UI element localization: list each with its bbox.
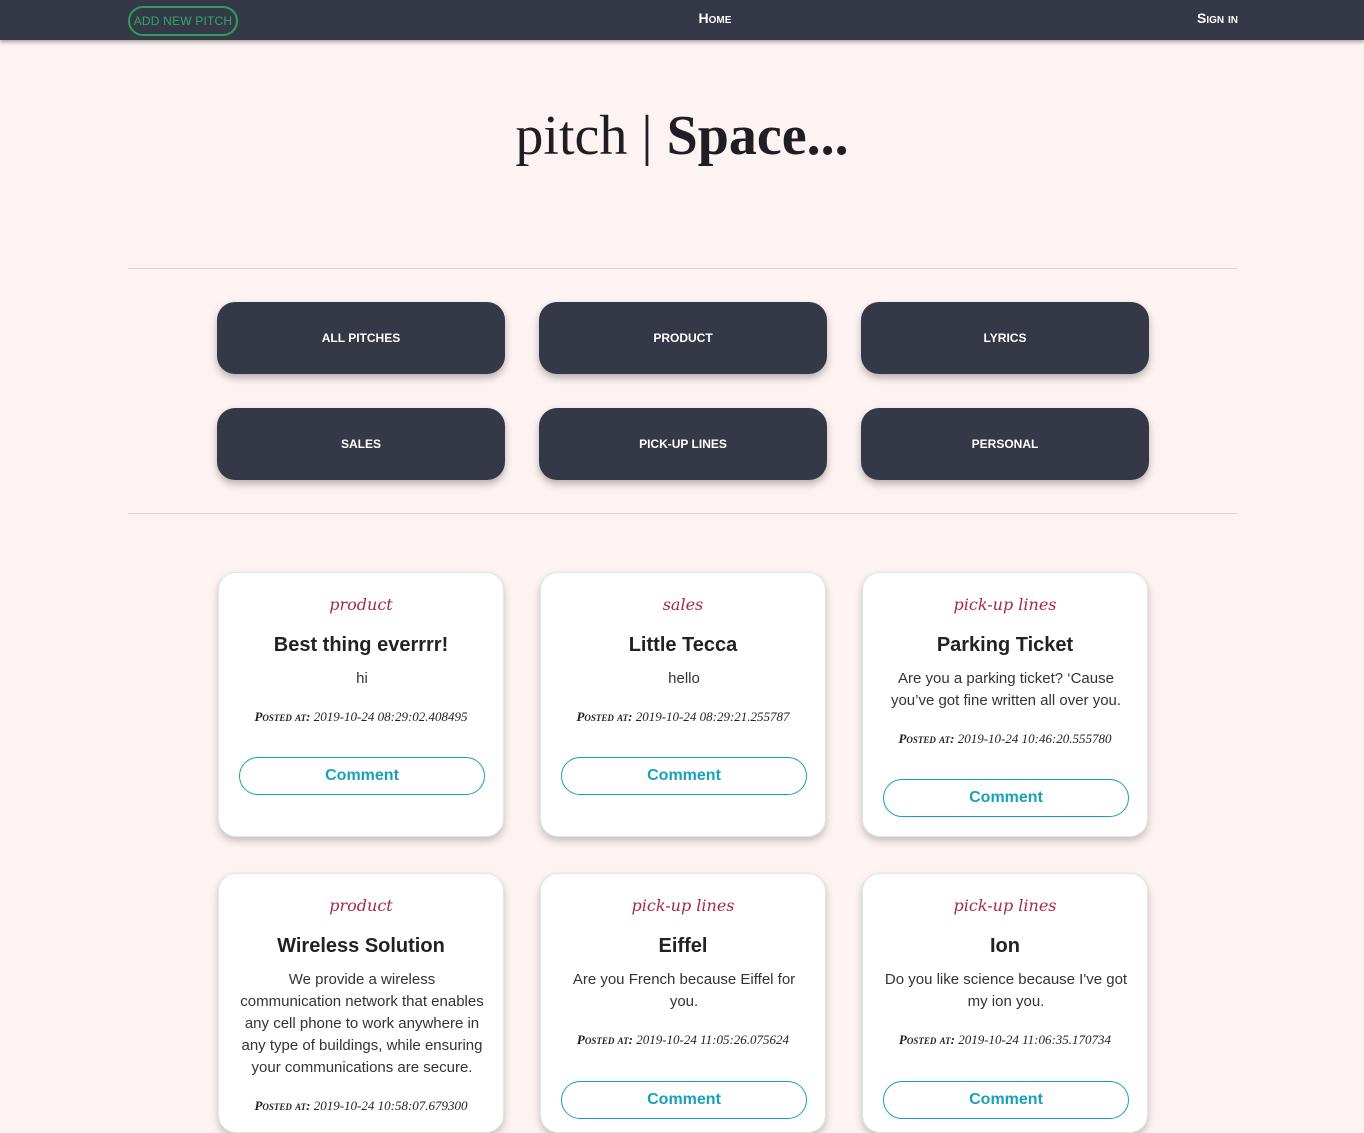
pitch-posted: Posted at: 2019-10-24 11:05:26.075624: [541, 1030, 825, 1050]
pitch-category: pick-up lines: [631, 896, 735, 915]
posted-label: Posted at:: [898, 1032, 955, 1047]
comment-button[interactable]: Comment: [883, 1081, 1129, 1119]
pitch-category: pick-up lines: [953, 595, 1057, 614]
pitch-category: product: [329, 595, 393, 614]
posted-label: Posted at:: [254, 709, 311, 724]
pitch-posted: Posted at: 2019-10-24 08:29:02.408495: [219, 707, 503, 727]
pitch-body: hello: [668, 670, 700, 687]
pitch-posted: Posted at: 2019-10-24 11:06:35.170734: [863, 1030, 1147, 1050]
divider-top: [128, 268, 1238, 269]
pitch-title: Parking Ticket: [936, 634, 1074, 656]
comment-button[interactable]: Comment: [239, 757, 485, 795]
pitch-card: pick-up lines Parking Ticket Are you a p…: [862, 572, 1148, 837]
pitch-title: Best thing everrrr!: [273, 634, 449, 656]
pitch-posted: Posted at: 2019-10-24 08:29:21.255787: [541, 707, 825, 727]
pitch-card: sales Little Tecca hello Posted at: 2019…: [540, 572, 826, 837]
pitch-card: pick-up lines Ion Do you like science be…: [862, 873, 1148, 1133]
pitch-title: Little Tecca: [628, 634, 738, 656]
category-all-pitches-button[interactable]: ALL PITCHES: [217, 302, 505, 374]
pitch-body: hi: [356, 670, 368, 687]
page-title: pitch | Space...: [0, 100, 1364, 172]
posted-label: Posted at:: [898, 731, 955, 746]
pitch-title: Wireless Solution: [277, 935, 445, 957]
divider-bottom: [128, 513, 1238, 514]
comment-button[interactable]: Comment: [561, 757, 807, 795]
posted-label: Posted at:: [576, 709, 633, 724]
posted-label: Posted at:: [254, 1098, 311, 1113]
posted-timestamp: 2019-10-24 08:29:21.255787: [635, 709, 790, 724]
category-sales-button[interactable]: SALES: [217, 408, 505, 480]
pitch-card: product Best thing everrrr! hi Posted at…: [218, 572, 504, 837]
pitch-body: Do you like science because I've got my …: [884, 971, 1128, 1010]
posted-timestamp: 2019-10-24 10:46:20.555780: [957, 731, 1112, 746]
pitch-title: Eiffel: [658, 935, 708, 957]
posted-timestamp: 2019-10-24 11:06:35.170734: [958, 1032, 1112, 1047]
category-product-button[interactable]: PRODUCT: [539, 302, 827, 374]
nav-home-link[interactable]: Home: [660, 10, 770, 26]
pitch-posted: Posted at: 2019-10-24 10:46:20.555780: [863, 729, 1147, 749]
comment-button[interactable]: Comment: [883, 779, 1129, 817]
pitch-body: We provide a wireless communication netw…: [240, 971, 484, 1076]
comment-button[interactable]: Comment: [561, 1081, 807, 1119]
category-lyrics-button[interactable]: LYRICS: [861, 302, 1149, 374]
top-navbar: ADD NEW PITCH Home Sign in: [0, 0, 1364, 40]
pitch-category: sales: [662, 595, 704, 614]
pitch-posted: Posted at: 2019-10-24 10:58:07.679300: [219, 1096, 503, 1116]
pitch-category: pick-up lines: [953, 896, 1057, 915]
posted-label: Posted at:: [576, 1032, 633, 1047]
posted-timestamp: 2019-10-24 11:05:26.075624: [636, 1032, 790, 1047]
posted-timestamp: 2019-10-24 10:58:07.679300: [313, 1098, 468, 1113]
category-pick-up-lines-button[interactable]: PICK-UP LINES: [539, 408, 827, 480]
brand-bold: Space...: [666, 105, 849, 167]
pitch-card: pick-up lines Eiffel Are you French beca…: [540, 873, 826, 1133]
pitch-category: product: [329, 896, 393, 915]
category-personal-button[interactable]: PERSONAL: [861, 408, 1149, 480]
posted-timestamp: 2019-10-24 08:29:02.408495: [313, 709, 468, 724]
pitch-title: Ion: [990, 935, 1020, 957]
brand-light: pitch |: [515, 105, 667, 167]
add-new-pitch-button[interactable]: ADD NEW PITCH: [128, 6, 238, 36]
pitch-body: Are you a parking ticket? ‘Cause you’ve …: [890, 670, 1122, 709]
nav-signin-link[interactable]: Sign in: [1150, 10, 1238, 26]
pitch-card: product Wireless Solution We provide a w…: [218, 873, 504, 1133]
pitch-body: Are you French because Eiffel for you.: [572, 971, 796, 1010]
